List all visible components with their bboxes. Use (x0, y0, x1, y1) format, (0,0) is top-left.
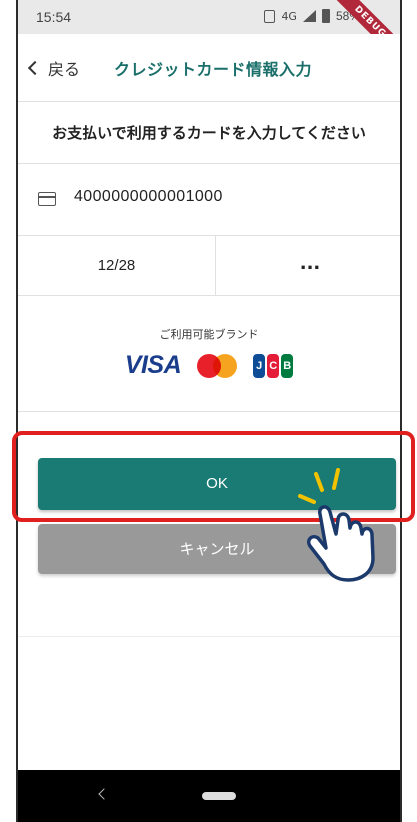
instruction-text: お支払いで利用するカードを入力してください (18, 102, 400, 164)
card-number-field[interactable]: 4000000000001000 (18, 164, 400, 236)
cvc-field[interactable]: ... (216, 236, 400, 296)
battery-icon (321, 9, 330, 23)
network-type: 4G (281, 9, 297, 23)
brands-label: ご利用可能ブランド (159, 328, 259, 341)
back-chevron-icon (27, 60, 43, 76)
visa-logo: VISA (124, 351, 182, 379)
phone-screen: 15:54 4G 58% DEBUG 戻る クレジットカード情報入力 お支払いで… (16, 0, 402, 822)
page-title: クレジットカード情報入力 (114, 60, 313, 79)
expiry-field[interactable]: 12/28 (18, 236, 216, 296)
card-number-value: 4000000000001000 (74, 188, 223, 205)
status-bar: 15:54 4G 58% DEBUG (18, 0, 400, 71)
status-icons: 4G 58% (264, 9, 360, 23)
expiry-cvc-row: 12/28 ... (18, 236, 400, 296)
mastercard-logo (197, 353, 238, 378)
jcb-logo: J C B (253, 353, 294, 378)
nav-home-icon[interactable] (202, 792, 236, 800)
nav-back-icon[interactable] (98, 788, 110, 800)
signal-icon (302, 10, 316, 22)
brand-logos: VISA J C B (18, 351, 400, 380)
available-brands: ご利用可能ブランド VISA J C B (18, 296, 400, 412)
back-label: 戻る (48, 60, 81, 79)
hand-pointer-icon (298, 468, 375, 582)
card-icon (38, 192, 56, 206)
status-time: 15:54 (36, 9, 72, 25)
system-nav-bar (18, 770, 400, 822)
divider (18, 636, 400, 637)
app-header: 戻る クレジットカード情報入力 (18, 34, 400, 102)
back-button[interactable]: 戻る (27, 56, 81, 80)
sim-icon (264, 9, 276, 23)
